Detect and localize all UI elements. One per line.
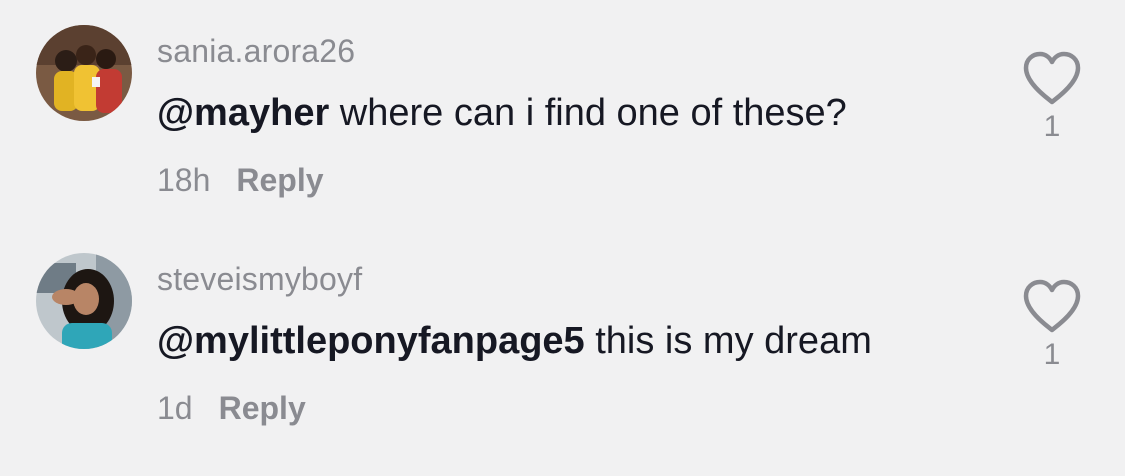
avatar[interactable]	[36, 253, 132, 349]
comment-body: where can i find one of these?	[329, 92, 847, 134]
comment-timestamp: 1d	[157, 390, 193, 426]
avatar-image	[36, 253, 132, 349]
avatar-image	[36, 25, 132, 121]
like-count: 1	[1043, 110, 1061, 143]
comment-text: @mylittleponyfanpage5 this is my dream	[157, 320, 872, 363]
comment-username[interactable]: sania.arora26	[157, 33, 355, 70]
heart-outline-icon	[1023, 279, 1081, 333]
like-count: 1	[1043, 338, 1061, 371]
comment-meta: 1d Reply	[157, 390, 306, 427]
reply-button[interactable]: Reply	[219, 390, 306, 426]
comment-timestamp: 18h	[157, 162, 211, 198]
comment-body: this is my dream	[584, 320, 872, 362]
heart-outline-icon	[1023, 51, 1081, 105]
comment-item: steveismyboyf @mylittleponyfanpage5 this…	[0, 228, 1125, 456]
mention-link[interactable]: @mayher	[157, 92, 329, 134]
reply-button[interactable]: Reply	[236, 162, 323, 198]
like-button[interactable]: 1	[1020, 50, 1084, 143]
comment-username[interactable]: steveismyboyf	[157, 261, 362, 298]
comment-meta: 18h Reply	[157, 162, 324, 199]
comment-text: @mayher where can i find one of these?	[157, 92, 847, 135]
like-button[interactable]: 1	[1020, 278, 1084, 371]
avatar[interactable]	[36, 25, 132, 121]
mention-link[interactable]: @mylittleponyfanpage5	[157, 320, 585, 362]
comment-item: sania.arora26 @mayher where can i find o…	[0, 0, 1125, 228]
